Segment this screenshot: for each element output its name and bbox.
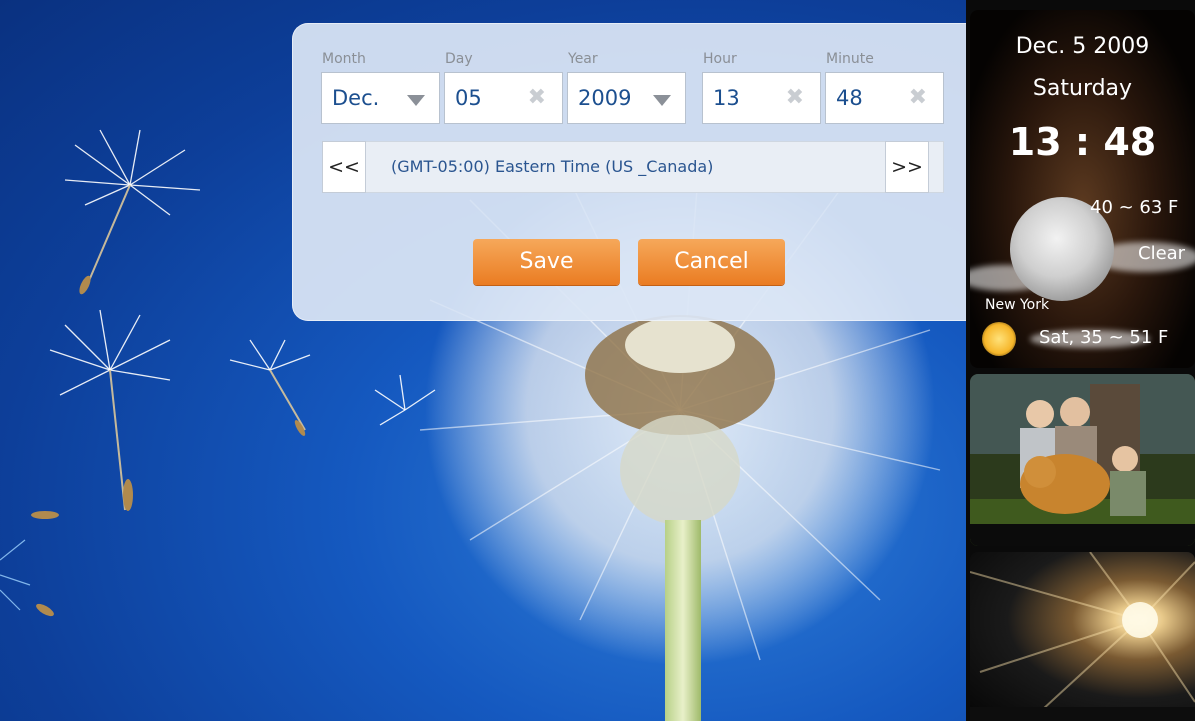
chevron-down-icon [653, 95, 671, 106]
clock-time: 13 : 48 [1008, 120, 1157, 164]
city-name: New York [985, 297, 1050, 313]
hour-label: Hour [703, 51, 737, 67]
timezone-selector: (GMT-05:00) Eastern Time (US _Canada) [322, 141, 944, 193]
hour-field[interactable]: 13 ✖ [702, 72, 821, 124]
minute-field[interactable]: 48 ✖ [825, 72, 944, 124]
close-icon[interactable]: ✖ [909, 85, 927, 110]
close-icon[interactable]: ✖ [528, 85, 546, 110]
sun-icon [982, 322, 1016, 356]
month-value: Dec. [332, 86, 380, 110]
close-icon[interactable]: ✖ [786, 85, 804, 110]
clock-weather-gadget[interactable]: Dec. 5 2009 Saturday 13 : 48 40 ~ 63 F C… [970, 10, 1195, 368]
year-value: 2009 [578, 86, 632, 110]
clock-weekday: Saturday [1032, 76, 1133, 101]
minute-label: Minute [826, 51, 874, 67]
day-value: 05 [455, 86, 482, 110]
weather-condition: Clear [1138, 243, 1186, 264]
temperature-range: 40 ~ 63 F [1090, 197, 1179, 218]
timezone-prev-button[interactable]: << [322, 141, 366, 193]
datetime-settings-dialog: Month Day Year Hour Minute Dec. 05 ✖ 200… [292, 23, 982, 321]
timezone-label: (GMT-05:00) Eastern Time (US _Canada) [391, 157, 714, 176]
chevron-down-icon [407, 95, 425, 106]
save-button[interactable]: Save [473, 239, 620, 285]
slideshow-gadget[interactable] [970, 552, 1195, 721]
month-label: Month [322, 51, 366, 67]
hour-value: 13 [713, 86, 740, 110]
timezone-next-button[interactable]: >> [885, 141, 929, 193]
day-field[interactable]: 05 ✖ [444, 72, 563, 124]
year-label: Year [568, 51, 598, 67]
month-select[interactable]: Dec. [321, 72, 440, 124]
cancel-button[interactable]: Cancel [638, 239, 785, 285]
year-select[interactable]: 2009 [567, 72, 686, 124]
forecast-text: Sat, 35 ~ 51 F [1039, 327, 1169, 348]
clock-date: Dec. 5 2009 [1015, 34, 1150, 59]
light-burst-image [970, 552, 1195, 721]
photo-frame-gadget[interactable] [970, 374, 1195, 546]
minute-value: 48 [836, 86, 863, 110]
family-photo [970, 374, 1195, 546]
day-label: Day [445, 51, 473, 67]
